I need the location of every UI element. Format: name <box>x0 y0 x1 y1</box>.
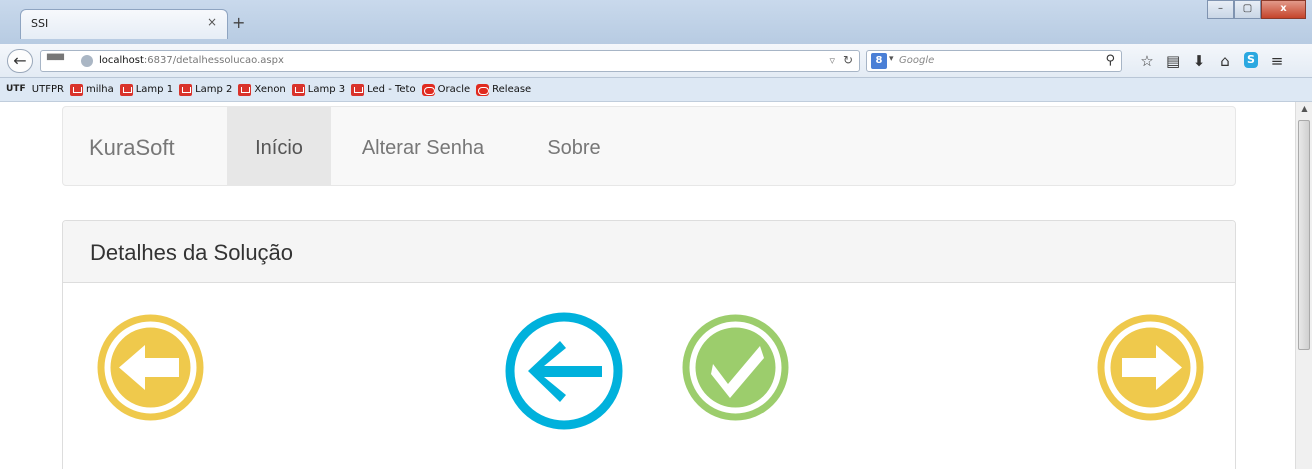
cart-icon <box>69 83 83 96</box>
bookmark-lamp2[interactable]: Lamp 2 <box>179 83 232 96</box>
search-icon[interactable]: ⚲ <box>1105 53 1115 68</box>
site-navbar: KuraSoft Início Alterar Senha Sobre <box>62 106 1236 186</box>
scroll-up-icon[interactable]: ▲ <box>1296 102 1312 116</box>
maximize-button[interactable]: ▢ <box>1234 0 1261 19</box>
nav-item-sobre[interactable]: Sobre <box>529 107 619 186</box>
browser-back-button[interactable]: ← <box>7 49 33 73</box>
cart-icon <box>119 83 133 96</box>
address-bar[interactable]: ▀▀ localhost:6837/detalhessolucao.aspx ▿… <box>40 50 860 72</box>
cart-icon <box>238 83 252 96</box>
cart-icon <box>291 83 305 96</box>
brand-link[interactable]: KuraSoft <box>89 135 175 161</box>
tab-close-icon[interactable]: × <box>207 15 217 29</box>
scrollbar-thumb[interactable] <box>1298 120 1310 350</box>
previous-button[interactable] <box>95 312 206 423</box>
url-text: localhost:6837/detalhessolucao.aspx <box>99 55 284 66</box>
bookmark-xenon[interactable]: Xenon <box>238 83 286 96</box>
browser-tab[interactable]: SSI × <box>20 9 228 39</box>
search-bar[interactable]: 8 ▾ Google ⚲ <box>866 50 1122 72</box>
bookmark-utfpr[interactable]: UTF UTFPR <box>6 84 64 96</box>
bookmark-lamp1[interactable]: Lamp 1 <box>119 83 173 96</box>
details-panel: Detalhes da Solução <box>62 220 1236 469</box>
panel-title: Detalhes da Solução <box>90 240 294 265</box>
confirm-button[interactable] <box>680 312 791 423</box>
cart-icon <box>179 83 193 96</box>
dropdown-triangle-icon[interactable]: ▿ <box>829 54 835 67</box>
vertical-scrollbar[interactable]: ▲ <box>1295 102 1312 469</box>
panel-heading: Detalhes da Solução <box>63 221 1235 283</box>
reload-icon[interactable]: ↻ <box>843 53 853 67</box>
skype-icon[interactable]: S <box>1244 52 1258 68</box>
search-placeholder: Google <box>899 55 935 66</box>
bookmark-lamp3[interactable]: Lamp 3 <box>291 83 345 96</box>
bookmark-release[interactable]: Release <box>476 83 531 96</box>
reading-list-icon[interactable]: ▤ <box>1166 52 1180 70</box>
page-viewport: KuraSoft Início Alterar Senha Sobre Deta… <box>0 102 1295 469</box>
browser-titlebar: SSI × + – ▢ x <box>0 0 1312 44</box>
bookmark-milha[interactable]: milha <box>69 83 114 96</box>
google-icon[interactable]: 8 <box>871 53 887 69</box>
checkmark-circle-icon <box>682 314 789 421</box>
cart-icon <box>351 83 365 96</box>
close-window-button[interactable]: x <box>1261 0 1306 19</box>
home-icon[interactable]: ⌂ <box>1218 52 1232 70</box>
oracle-icon <box>476 83 490 96</box>
tab-title: SSI <box>31 17 49 30</box>
next-button[interactable] <box>1095 312 1206 423</box>
menu-icon[interactable]: ≡ <box>1270 52 1284 70</box>
folder-icon: ▀▀ <box>47 54 64 67</box>
bookmarks-bar: UTF UTFPR milha Lamp 1 Lamp 2 Xenon Lamp… <box>0 78 1312 102</box>
nav-item-alterar-senha[interactable]: Alterar Senha <box>343 107 503 186</box>
bookmark-oracle[interactable]: Oracle <box>421 83 470 96</box>
oracle-icon <box>421 83 435 96</box>
new-tab-button[interactable]: + <box>232 13 245 32</box>
chevron-down-icon[interactable]: ▾ <box>889 54 894 64</box>
nav-item-inicio[interactable]: Início <box>227 107 331 186</box>
window-controls: – ▢ x <box>1207 0 1306 19</box>
toolbar-icons: ☆ ▤ ⬇ ⌂ S ≡ <box>1140 52 1284 70</box>
utf-logo-icon: UTF <box>6 83 26 94</box>
star-icon[interactable]: ☆ <box>1140 52 1154 70</box>
globe-icon <box>81 55 93 67</box>
browser-toolbar: ← ▀▀ localhost:6837/detalhessolucao.aspx… <box>0 44 1312 78</box>
minimize-button[interactable]: – <box>1207 0 1234 19</box>
download-icon[interactable]: ⬇ <box>1192 52 1206 70</box>
bookmark-led-teto[interactable]: Led - Teto <box>351 83 416 96</box>
back-button[interactable] <box>504 311 624 431</box>
